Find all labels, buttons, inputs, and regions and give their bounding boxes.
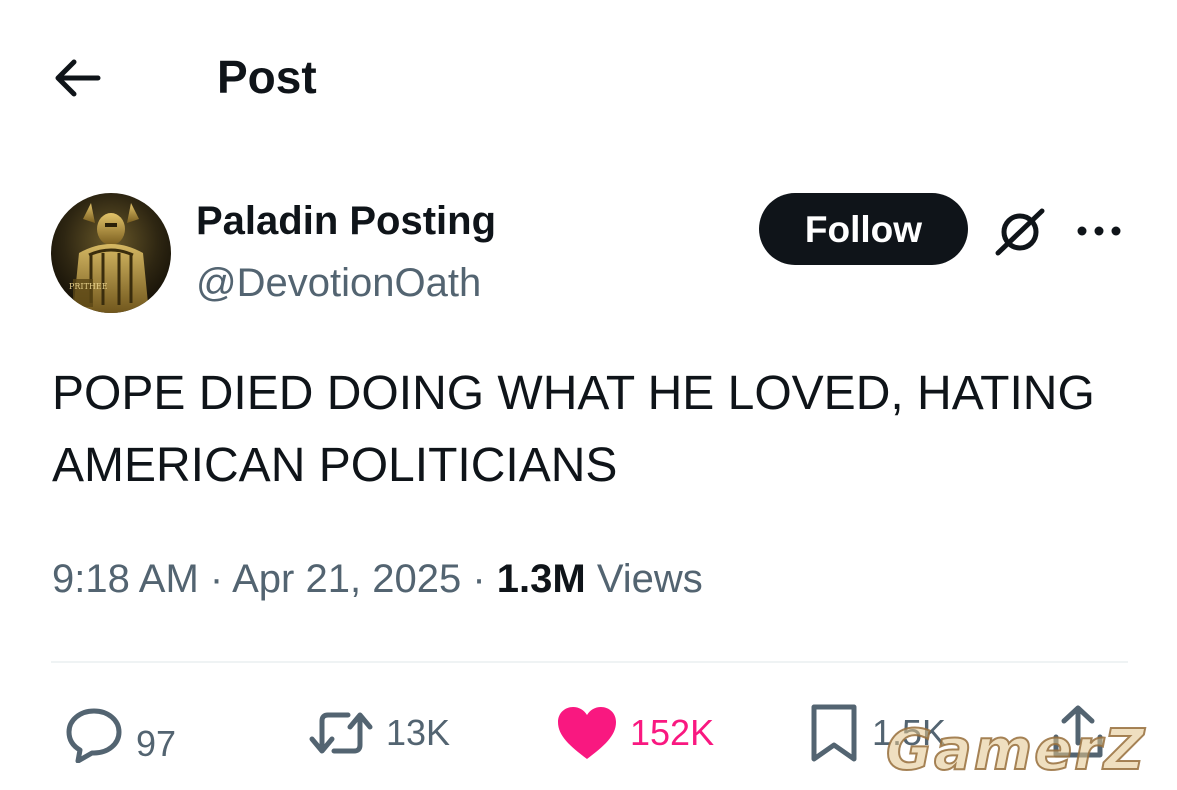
follow-button[interactable]: Follow — [759, 193, 968, 265]
repost-icon — [308, 705, 374, 761]
top-bar: Post — [0, 0, 1177, 150]
reply-button[interactable]: 97 — [64, 700, 176, 766]
post-time[interactable]: 9:18 AM — [52, 557, 199, 601]
author-display-name[interactable]: Paladin Posting — [196, 196, 496, 246]
avatar[interactable]: PRITHEE — [51, 193, 171, 313]
reply-icon — [64, 703, 124, 763]
repost-button[interactable]: 13K — [308, 700, 450, 766]
divider — [51, 661, 1128, 663]
heart-icon — [556, 705, 618, 761]
reply-count: 97 — [136, 723, 177, 764]
author-handle[interactable]: @DevotionOath — [196, 258, 481, 308]
bookmark-icon — [808, 703, 860, 763]
avatar-caption-text: PRITHEE — [69, 282, 108, 291]
grok-icon[interactable] — [992, 205, 1048, 257]
page-title: Post — [217, 51, 317, 103]
post-metadata: 9:18 AM · Apr 21, 2025 · 1.3M Views — [52, 552, 703, 606]
like-count: 152K — [630, 712, 715, 753]
post-date[interactable]: Apr 21, 2025 — [232, 557, 461, 601]
meta-separator: · — [209, 557, 224, 601]
watermark-logo: GamerZ — [885, 717, 1147, 784]
views-count: 1.3M — [496, 557, 586, 601]
repost-count: 13K — [386, 712, 451, 753]
views-label: Views — [596, 557, 703, 601]
like-button[interactable]: 152K — [556, 700, 714, 766]
arrow-left-icon[interactable] — [50, 52, 106, 104]
post-text: POPE DIED DOING WHAT HE LOVED, HATING AM… — [52, 367, 1095, 492]
more-horizontal-icon[interactable] — [1072, 214, 1126, 248]
meta-separator: · — [472, 557, 486, 601]
